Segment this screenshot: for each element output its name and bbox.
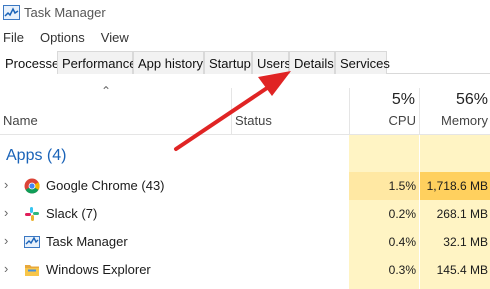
menu-bar: File Options View bbox=[0, 28, 142, 48]
menu-view[interactable]: View bbox=[101, 28, 129, 48]
process-memory: 268.1 MB bbox=[436, 207, 488, 221]
chrome-icon bbox=[24, 178, 40, 194]
expand-chevron-icon[interactable]: › bbox=[4, 177, 8, 192]
tab-strip: Processes Performance App history Startu… bbox=[0, 51, 490, 75]
task-manager-app-icon bbox=[3, 5, 20, 20]
process-row-slack[interactable]: › Slack (7) 0.2% 268.1 MB bbox=[0, 200, 490, 228]
expand-chevron-icon[interactable]: › bbox=[4, 261, 8, 276]
tab-services[interactable]: Services bbox=[335, 51, 390, 74]
title-bar: Task Manager bbox=[0, 0, 490, 26]
tab-users[interactable]: Users bbox=[252, 51, 291, 74]
menu-file[interactable]: File bbox=[3, 28, 24, 48]
menu-options[interactable]: Options bbox=[40, 28, 85, 48]
process-memory: 32.1 MB bbox=[443, 235, 488, 249]
column-header-cpu[interactable]: CPU bbox=[352, 113, 416, 128]
process-name: Task Manager bbox=[46, 234, 128, 249]
process-row-windows-explorer[interactable]: › Windows Explorer 0.3% 145.4 MB bbox=[0, 256, 490, 284]
process-name: Slack (7) bbox=[46, 206, 98, 221]
column-header-memory[interactable]: Memory bbox=[420, 113, 488, 128]
tab-performance[interactable]: Performance bbox=[57, 51, 136, 74]
process-cpu: 1.5% bbox=[388, 179, 416, 193]
column-separator[interactable] bbox=[349, 88, 350, 134]
header-divider bbox=[0, 134, 490, 135]
sort-up-chevron-icon[interactable]: ⌃ bbox=[101, 84, 111, 98]
process-cpu: 0.2% bbox=[388, 207, 416, 221]
process-name: Windows Explorer bbox=[46, 262, 151, 277]
tab-processes[interactable]: Processes bbox=[0, 51, 66, 75]
column-header-status[interactable]: Status bbox=[235, 113, 272, 128]
process-name: Google Chrome (43) bbox=[46, 178, 165, 193]
expand-chevron-icon[interactable]: › bbox=[4, 205, 8, 220]
tab-app-history[interactable]: App history bbox=[133, 51, 204, 74]
process-row-chrome[interactable]: › Google Chrome (43) 1.5% 1,718.6 MB bbox=[0, 172, 490, 200]
column-header-name[interactable]: Name bbox=[3, 113, 38, 128]
process-row-task-manager[interactable]: › Task Manager 0.4% 32.1 MB bbox=[0, 228, 490, 256]
tab-details[interactable]: Details bbox=[289, 51, 335, 74]
group-heading-apps: Apps (4) bbox=[6, 147, 67, 164]
process-cpu: 0.3% bbox=[388, 263, 416, 277]
memory-total-percent: 56% bbox=[455, 91, 488, 108]
window-title: Task Manager bbox=[24, 5, 106, 20]
slack-icon bbox=[25, 207, 39, 221]
column-separator[interactable] bbox=[231, 88, 232, 134]
tab-startup[interactable]: Startup bbox=[204, 51, 252, 74]
cpu-total-percent: 5% bbox=[391, 91, 415, 108]
process-memory: 1,718.6 MB bbox=[426, 179, 488, 193]
process-cpu: 0.4% bbox=[388, 235, 416, 249]
process-memory: 145.4 MB bbox=[436, 263, 488, 277]
folder-icon bbox=[25, 265, 39, 276]
expand-chevron-icon[interactable]: › bbox=[4, 233, 8, 248]
task-manager-icon bbox=[24, 236, 40, 248]
